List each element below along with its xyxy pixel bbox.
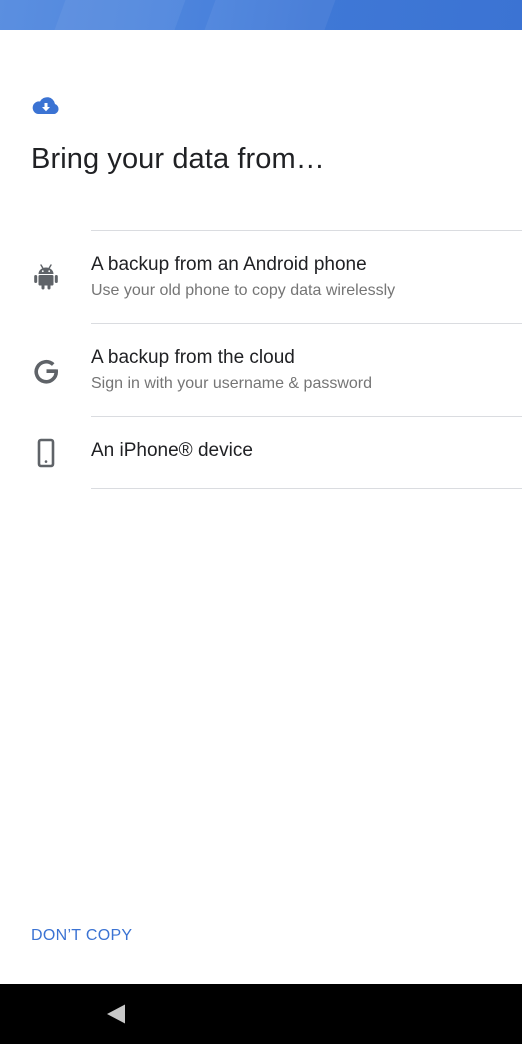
cloud-download-icon bbox=[32, 97, 59, 114]
header-stripe bbox=[54, 0, 186, 30]
option-secondary-text: Use your old phone to copy data wireless… bbox=[91, 282, 396, 299]
header-stripe bbox=[204, 0, 336, 30]
android-icon bbox=[34, 264, 58, 290]
option-iphone-device[interactable]: An iPhone® device bbox=[0, 417, 522, 488]
setup-screen: Bring your data from… A backup from an A… bbox=[0, 0, 522, 1044]
header-band bbox=[0, 0, 522, 30]
option-android-backup[interactable]: A backup from an Android phone Use your … bbox=[0, 231, 522, 323]
option-secondary-text: Sign in with your username & password bbox=[91, 375, 373, 392]
page-title: Bring your data from… bbox=[31, 143, 325, 175]
option-primary-text: An iPhone® device bbox=[91, 440, 253, 461]
smartphone-icon bbox=[37, 438, 55, 468]
google-g-icon bbox=[34, 359, 59, 384]
divider bbox=[91, 488, 522, 489]
dont-copy-button[interactable]: DON’T COPY bbox=[31, 927, 132, 945]
option-cloud-backup[interactable]: A backup from the cloud Sign in with you… bbox=[0, 324, 522, 416]
option-primary-text: A backup from the cloud bbox=[91, 347, 295, 368]
back-triangle-icon[interactable] bbox=[104, 1002, 128, 1026]
option-primary-text: A backup from an Android phone bbox=[91, 254, 367, 275]
navigation-bar bbox=[0, 984, 522, 1044]
